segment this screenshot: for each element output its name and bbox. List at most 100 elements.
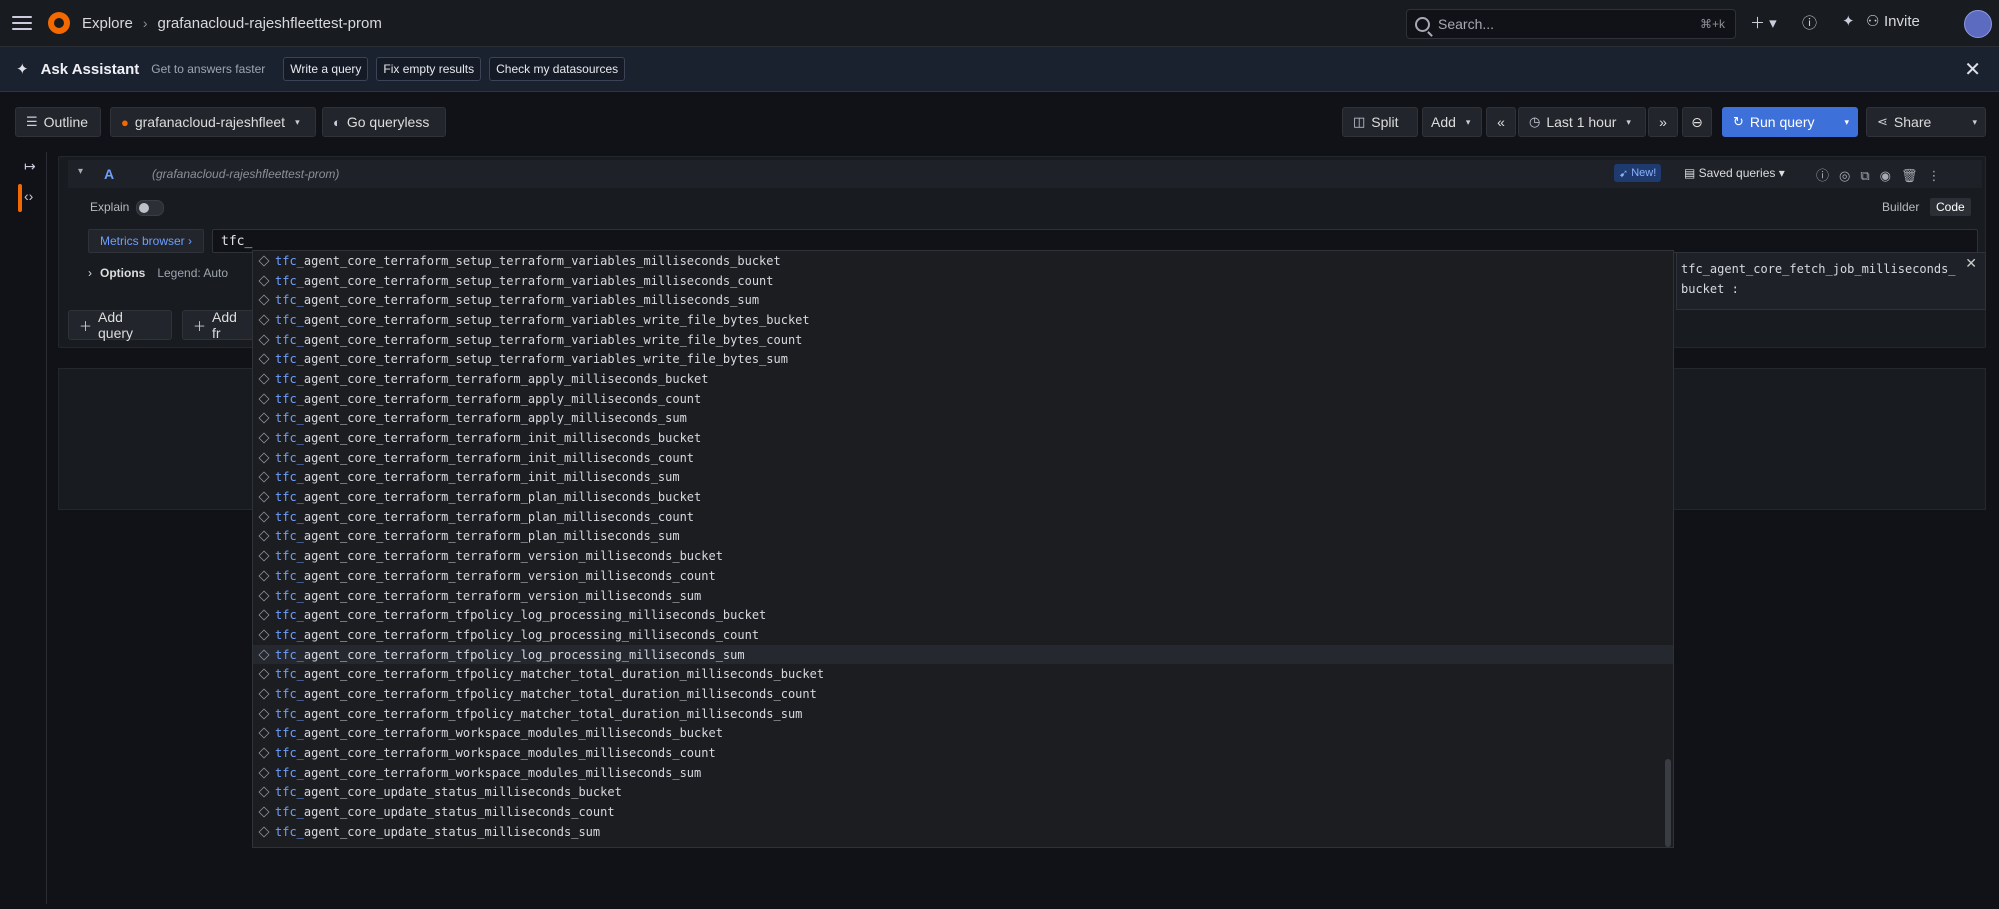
outline-button[interactable]: ☰ Outline bbox=[15, 107, 101, 137]
suggestion-item[interactable]: tfc_ agent_core_terraform_terraform_apply… bbox=[253, 369, 1673, 389]
suggestion-item[interactable]: tfc_ agent_core_terraform_terraform_versi… bbox=[253, 566, 1673, 586]
suggestion-item[interactable]: tfc_ agent_core_terraform_workspace_modul… bbox=[253, 724, 1673, 744]
chevron-right-icon: › bbox=[88, 266, 92, 280]
invite-button[interactable]: Invite bbox=[1884, 13, 1920, 30]
autocomplete-dropdown[interactable]: tfc_ agent_core_terraform_setup_terraform… bbox=[252, 250, 1674, 848]
explain-toggle[interactable] bbox=[136, 200, 164, 216]
suggestion-label: agent_core_terraform_terraform_init_mill… bbox=[303, 470, 680, 485]
suggestion-item[interactable]: tfc_ agent_core_update_status_millisecond… bbox=[253, 822, 1673, 842]
suggestion-prefix: tfc_ bbox=[275, 568, 304, 583]
datasource-picker[interactable]: ● grafanacloud-rajeshfleet ▾ bbox=[110, 107, 316, 137]
suggestion-item[interactable]: tfc_ agent_core_terraform_workspace_modul… bbox=[253, 763, 1673, 783]
share-button[interactable]: ⋖ Share ▾ bbox=[1866, 107, 1986, 137]
time-forward-button[interactable]: » bbox=[1648, 107, 1678, 137]
suggestion-label: agent_core_terraform_workspace_modules_m… bbox=[303, 765, 702, 780]
search-icon bbox=[1415, 16, 1430, 32]
metric-cube-icon bbox=[258, 471, 270, 483]
go-queryless-button[interactable]: ◐ Go queryless bbox=[322, 107, 446, 137]
options-label: Options bbox=[100, 266, 146, 280]
suggestion-item[interactable]: tfc_ agent_core_terraform_tfpolicy_log_pr… bbox=[253, 644, 1673, 665]
suggestion-item[interactable]: tfc_ agent_core_terraform_tfpolicy_log_pr… bbox=[253, 605, 1673, 625]
suggestion-item[interactable]: tfc_ agent_core_terraform_setup_terraform… bbox=[253, 310, 1673, 330]
suggestion-prefix: tfc_ bbox=[275, 785, 304, 800]
code-mode-tab[interactable]: Code bbox=[1930, 198, 1971, 216]
metric-cube-icon bbox=[258, 668, 270, 680]
plus-icon[interactable]: ＋ ▾ bbox=[1750, 12, 1777, 33]
builder-mode-tab[interactable]: Builder bbox=[1882, 200, 1919, 214]
add-query-button[interactable]: ＋ Add query bbox=[68, 309, 172, 341]
grafana-logo-icon[interactable] bbox=[48, 12, 70, 34]
metric-cube-icon bbox=[258, 688, 270, 700]
dropdown-scrollbar[interactable] bbox=[1665, 759, 1671, 847]
chevron-down-icon: ▾ bbox=[295, 116, 300, 127]
suggestion-item[interactable]: tfc_ agent_core_terraform_terraform_plan_… bbox=[253, 487, 1673, 507]
add-from-button[interactable]: ＋ Add fr bbox=[182, 309, 258, 341]
metric-cube-icon bbox=[258, 727, 270, 739]
suggestion-label: agent_core_terraform_terraform_apply_mil… bbox=[303, 391, 702, 406]
close-icon[interactable]: ✕ bbox=[1964, 57, 1981, 82]
suggestion-item[interactable]: tfc_ agent_core_terraform_setup_terraform… bbox=[253, 290, 1673, 310]
suggestion-item[interactable]: tfc_ agent_core_terraform_terraform_plan_… bbox=[253, 507, 1673, 527]
active-indicator bbox=[18, 184, 22, 212]
time-back-button[interactable]: « bbox=[1486, 107, 1516, 137]
collapse-chevron-icon[interactable]: ▾ bbox=[78, 166, 83, 177]
suggestion-prefix: tfc_ bbox=[275, 371, 304, 386]
suggestion-prefix: tfc_ bbox=[275, 667, 304, 682]
chevron-right-icon: › bbox=[142, 15, 148, 31]
suggestion-item[interactable]: tfc_ agent_core_terraform_tfpolicy_matche… bbox=[253, 704, 1673, 724]
suggestion-item[interactable]: tfc_ agent_core_terraform_tfpolicy_log_pr… bbox=[253, 625, 1673, 645]
suggestion-item[interactable]: tfc_ agent_core_terraform_setup_terraform… bbox=[253, 271, 1673, 291]
code-icon[interactable]: ‹› bbox=[24, 188, 33, 204]
suggestion-item[interactable]: tfc_ agent_core_terraform_terraform_versi… bbox=[253, 546, 1673, 566]
suggestion-item[interactable]: tfc_ agent_core_terraform_setup_terraform… bbox=[253, 330, 1673, 350]
suggestion-item[interactable]: tfc_ agent_core_terraform_tfpolicy_matche… bbox=[253, 664, 1673, 684]
close-icon[interactable]: ✕ bbox=[1965, 255, 1977, 272]
query-editor-text: tfc_ bbox=[221, 234, 253, 249]
suggestion-item[interactable]: tfc_ agent_core_terraform_setup_terraform… bbox=[253, 349, 1673, 369]
suggestion-item[interactable]: tfc_ agent_core_update_status_millisecond… bbox=[253, 783, 1673, 803]
run-query-button[interactable]: ↻ Run query ▾ bbox=[1722, 107, 1858, 137]
suggestion-item[interactable]: tfc_ agent_core_terraform_terraform_apply… bbox=[253, 389, 1673, 409]
metrics-browser-button[interactable]: Metrics browser › bbox=[88, 229, 204, 253]
options-row[interactable]: › Options Legend: Auto bbox=[88, 266, 228, 280]
assistant-subtitle: Get to answers faster bbox=[151, 62, 266, 76]
plus-icon: ＋ bbox=[79, 318, 93, 334]
suggestion-item[interactable]: tfc_ agent_core_terraform_workspace_modul… bbox=[253, 743, 1673, 763]
chevron-down-icon[interactable]: ▾ bbox=[1844, 117, 1849, 128]
chevron-down-icon: ▾ bbox=[1972, 116, 1977, 127]
saved-queries-button[interactable]: ▤ Saved queries ▾ bbox=[1684, 166, 1785, 180]
time-range-picker[interactable]: ◷ Last 1 hour ▾ bbox=[1518, 107, 1646, 137]
split-button[interactable]: ◫ Split bbox=[1342, 107, 1418, 137]
suggestion-prefix: tfc_ bbox=[275, 490, 304, 505]
suggestion-label: agent_core_terraform_setup_terraform_var… bbox=[303, 293, 760, 308]
suggestion-item[interactable]: tfc_ agent_core_terraform_terraform_init_… bbox=[253, 468, 1673, 488]
clock-icon: ◷ bbox=[1529, 114, 1541, 129]
query-row-actions[interactable]: ⓘ◎⧉◉🗑⋮ bbox=[1816, 165, 1950, 184]
suggestion-item[interactable]: tfc_ agent_core_terraform_terraform_apply… bbox=[253, 409, 1673, 429]
suggestion-prefix: tfc_ bbox=[275, 746, 304, 761]
menu-icon[interactable] bbox=[12, 16, 32, 30]
help-icon[interactable]: ⓘ bbox=[1802, 12, 1817, 33]
add-button[interactable]: Add ▾ bbox=[1422, 107, 1482, 137]
suggestion-item[interactable]: tfc_ agent_core_terraform_terraform_plan_… bbox=[253, 527, 1673, 547]
query-datasource: (grafanacloud-rajeshfleettest-prom) bbox=[152, 167, 340, 181]
fix-empty-results-chip[interactable]: Fix empty results bbox=[376, 57, 482, 81]
suggestion-item[interactable]: tfc_ agent_core_terraform_terraform_init_… bbox=[253, 428, 1673, 448]
avatar[interactable] bbox=[1964, 10, 1992, 38]
user-add-icon[interactable]: ⚇ bbox=[1866, 12, 1879, 30]
suggestion-prefix: tfc_ bbox=[275, 805, 304, 820]
suggestion-item[interactable]: tfc_ agent_core_terraform_terraform_init_… bbox=[253, 448, 1673, 468]
zoom-out-button[interactable]: ⊖ bbox=[1682, 107, 1712, 137]
breadcrumb-explore[interactable]: Explore bbox=[82, 15, 133, 32]
metric-info-card: tfc_agent_core_fetch_job_milliseconds_bu… bbox=[1676, 252, 1986, 310]
search-input[interactable]: Search... ⌘+k bbox=[1406, 9, 1736, 39]
sparkle-icon[interactable]: ✦ bbox=[1842, 12, 1855, 30]
suggestion-item[interactable]: tfc_ agent_core_update_status_millisecond… bbox=[253, 802, 1673, 822]
metric-cube-icon bbox=[258, 629, 270, 641]
expand-icon[interactable]: ↦ bbox=[24, 158, 36, 175]
suggestion-item[interactable]: tfc_ agent_core_terraform_tfpolicy_matche… bbox=[253, 684, 1673, 704]
suggestion-item[interactable]: tfc_ agent_core_terraform_setup_terraform… bbox=[253, 251, 1673, 271]
check-datasources-chip[interactable]: Check my datasources bbox=[489, 57, 626, 81]
write-query-chip[interactable]: Write a query bbox=[283, 57, 369, 81]
suggestion-item[interactable]: tfc_ agent_core_terraform_terraform_versi… bbox=[253, 586, 1673, 606]
